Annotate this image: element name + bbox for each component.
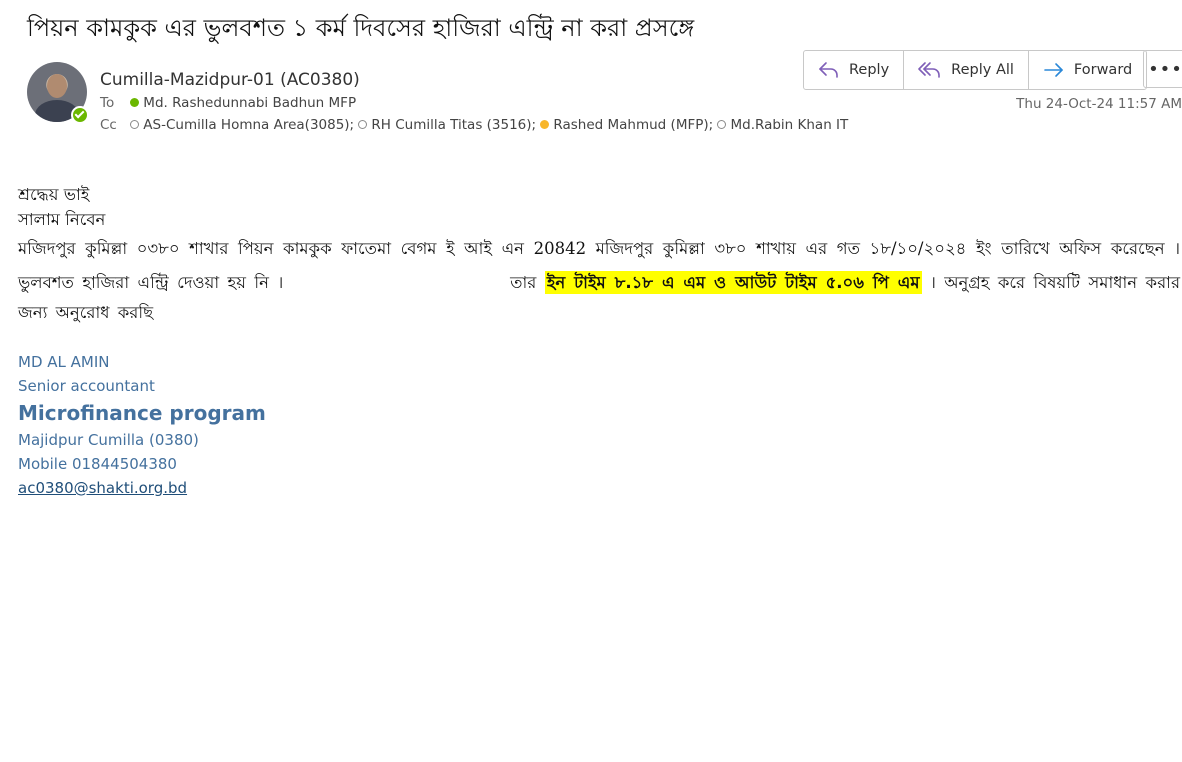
- message-actions: Reply Reply All Forward: [803, 50, 1148, 90]
- signature-title: Senior accountant: [18, 377, 155, 395]
- offline-status-icon: [358, 120, 368, 129]
- forward-arrow-icon: [1044, 63, 1063, 77]
- avatar-head: [47, 74, 67, 98]
- reply-all-label: Reply All: [951, 62, 1014, 78]
- to-label: To: [100, 95, 115, 111]
- sender-name[interactable]: Cumilla-Mazidpur-01 (AC0380): [100, 70, 360, 90]
- more-actions-button[interactable]: •••: [1143, 50, 1182, 88]
- signature-email-link[interactable]: ac0380@shakti.org.bd: [18, 479, 187, 497]
- salam-line: সালাম নিবেন: [18, 210, 106, 229]
- reply-all-icon: [918, 62, 940, 78]
- body-line-1: মজিদপুর কুমিল্লা ০৩৮০ শাখার পিয়ন কামকুক…: [18, 239, 1102, 258]
- email-subject: পিয়ন কামকুক এর ভুলবশত ১ কর্ম দিবসের হাজ…: [27, 14, 695, 42]
- to-recipient-name: Md. Rashedunnabi Badhun MFP: [143, 95, 357, 111]
- message-body: শ্রদ্ধেয় ভাই সালাম নিবেন মজিদপুর কুমিল্…: [18, 182, 1180, 325]
- offline-status-icon: [130, 120, 140, 129]
- presence-available-icon: [71, 106, 89, 124]
- body-line-2b: তার: [510, 273, 537, 292]
- away-status-icon: [540, 120, 550, 129]
- more-icon: •••: [1148, 58, 1182, 80]
- greeting: শ্রদ্ধেয় ভাই: [18, 185, 90, 204]
- cc-recipient[interactable]: Rashed Mahmud (MFP);: [540, 117, 713, 133]
- cc-recipient-name: RH Cumilla Titas (3516);: [371, 117, 537, 133]
- cc-recipient[interactable]: Md.Rabin Khan IT: [717, 117, 848, 133]
- highlighted-times: ইন টাইম ৮.১৮ এ এম ও আউট টাইম ৫.০৬ পি এম: [544, 271, 922, 294]
- offline-status-icon: [717, 120, 727, 129]
- reply-icon: [819, 62, 838, 78]
- reply-all-button[interactable]: Reply All: [904, 51, 1029, 89]
- reply-label: Reply: [849, 62, 890, 78]
- available-status-icon: [130, 98, 140, 107]
- cc-row: Cc AS-Cumilla Homna Area(3085); RH Cumil…: [100, 117, 848, 133]
- body-paragraph: মজিদপুর কুমিল্লা ০৩৮০ শাখার পিয়ন কামকুক…: [18, 232, 1180, 325]
- signature-block: MD AL AMIN Senior accountant Microfinanc…: [18, 350, 266, 500]
- cc-label: Cc: [100, 117, 117, 133]
- signature-name: MD AL AMIN: [18, 353, 110, 371]
- forward-button[interactable]: Forward: [1029, 51, 1146, 89]
- forward-label: Forward: [1073, 62, 1133, 78]
- cc-recipient-name: Rashed Mahmud (MFP);: [553, 117, 714, 133]
- cc-recipient-name: Md.Rabin Khan IT: [730, 117, 849, 133]
- signature-program: Microfinance program: [18, 401, 266, 425]
- cc-recipient[interactable]: AS-Cumilla Homna Area(3085);: [130, 117, 354, 133]
- cc-recipient[interactable]: RH Cumilla Titas (3516);: [358, 117, 536, 133]
- reply-button[interactable]: Reply: [804, 51, 905, 89]
- to-recipient[interactable]: Md. Rashedunnabi Badhun MFP: [130, 95, 356, 111]
- to-row: To Md. Rashedunnabi Badhun MFP: [100, 95, 356, 111]
- sent-date: Thu 24-Oct-24 11:57 AM: [1016, 96, 1182, 112]
- body-line-2c: । অনুগ্রহ করে বিষয়টি: [929, 273, 1080, 292]
- signature-mobile: Mobile 01844504380: [18, 455, 177, 473]
- signature-branch: Majidpur Cumilla (0380): [18, 431, 199, 449]
- cc-recipient-name: AS-Cumilla Homna Area(3085);: [143, 117, 355, 133]
